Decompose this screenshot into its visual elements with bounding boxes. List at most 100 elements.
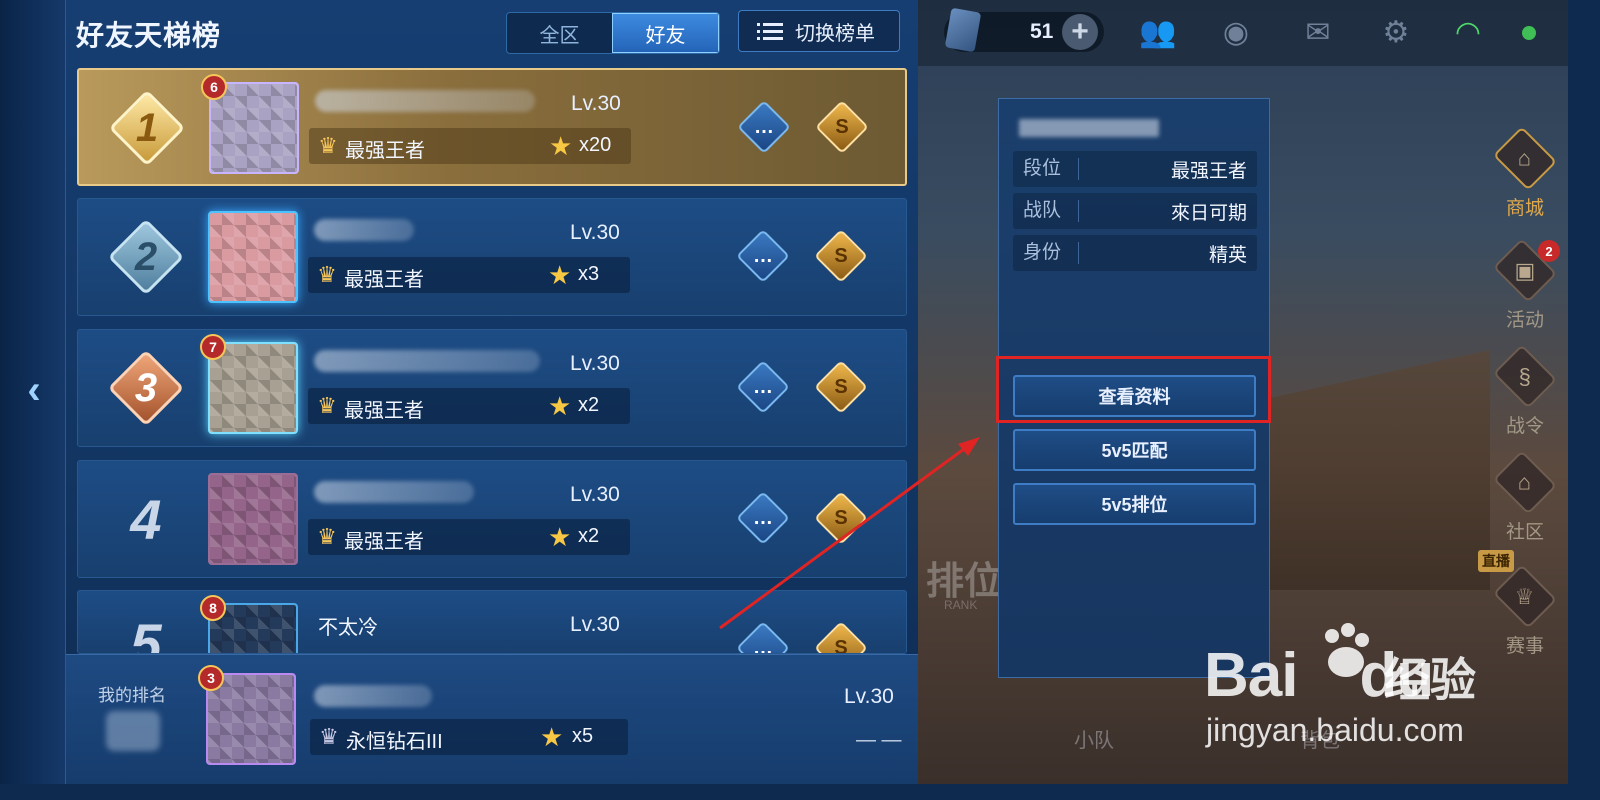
chat-button[interactable]: …: [736, 229, 790, 283]
tab-all-region[interactable]: 全区: [507, 13, 612, 53]
side-tournament[interactable]: ♕ 赛事: [1490, 564, 1560, 658]
gift-coin-icon: S: [834, 375, 848, 398]
ranked-mode-background-text: 排位: [926, 561, 1003, 603]
info-row-team: 战队 來日可期: [1013, 193, 1257, 229]
info-key: 段位: [1013, 158, 1079, 180]
community-icon: ⌂: [1518, 469, 1532, 495]
ladder-row[interactable]: 2 Lv.30 ♛ 最强王者 ★ x3 … S: [77, 198, 907, 316]
ladder-row[interactable]: 5 8 不太冷 Lv.30 … S: [77, 590, 907, 654]
star-count: x2: [578, 394, 600, 416]
5v5-ranked-button[interactable]: 5v5排位: [1013, 483, 1256, 525]
events-icon: ▣: [1514, 257, 1536, 283]
jingyan-watermark-text: 经验: [1384, 654, 1476, 706]
player-level: Lv.30: [570, 221, 620, 244]
battlepass-icon: §: [1518, 363, 1532, 389]
star-icon: ★: [548, 391, 572, 421]
info-row-identity: 身份 精英: [1013, 235, 1257, 271]
eye-icon[interactable]: ◉: [1214, 12, 1258, 52]
tier-box: ♛ 最强王者 ★ x2: [308, 388, 630, 424]
collapse-arrow-icon[interactable]: ‹: [14, 368, 54, 412]
my-tier-box: ♛ 永恒钻石III ★ x5: [310, 719, 628, 755]
star-icon: ★: [549, 131, 573, 161]
chat-bubble-icon: …: [754, 115, 774, 138]
my-name-blurred: [314, 685, 432, 707]
star-count: x2: [578, 525, 600, 547]
tier-box: ♛ 最强王者 ★ x2: [308, 519, 630, 555]
popup-player-name-blurred: [1019, 119, 1159, 137]
player-level: Lv.30: [570, 613, 620, 636]
side-shop[interactable]: ⌂ 商城: [1490, 126, 1560, 220]
side-events-label: 活动: [1505, 310, 1544, 331]
tier-box: ♛ 最强王者 ★ x20: [309, 128, 631, 164]
my-extra-dash: — —: [856, 729, 902, 751]
avatar[interactable]: [208, 473, 298, 565]
player-name-blurred: [315, 90, 535, 112]
events-badge: 2: [1538, 240, 1560, 262]
ranked-mode-background-sub: RANK: [944, 598, 978, 612]
my-rank-label: 我的排名: [98, 686, 166, 705]
rank-badge-gold: 1: [107, 88, 187, 168]
chat-bubble-icon: …: [753, 506, 773, 529]
player-level: Lv.30: [571, 92, 621, 115]
star-icon: ★: [548, 522, 572, 552]
tier-label: 最强王者: [344, 269, 424, 291]
side-events[interactable]: ▣ 活动 2: [1490, 238, 1560, 332]
chat-button[interactable]: …: [737, 100, 791, 154]
baidu-paw-icon: [1325, 623, 1369, 677]
player-name: 不太冷: [318, 617, 378, 639]
player-name-blurred: [314, 219, 414, 241]
my-rank-value-blurred: [106, 711, 160, 751]
chat-button[interactable]: …: [736, 621, 790, 654]
player-name-blurred: [314, 481, 474, 503]
crown-icon: ♛: [317, 262, 337, 287]
rank-number: 5: [130, 611, 162, 654]
chat-bubble-icon: …: [753, 636, 773, 654]
avatar[interactable]: [208, 211, 298, 303]
side-community[interactable]: ⌂ 社区: [1490, 450, 1560, 544]
info-row-rank: 段位 最强王者: [1013, 151, 1257, 187]
level-tag: 7: [200, 334, 226, 360]
chat-button[interactable]: …: [736, 360, 790, 414]
wifi-signal-icon: ◠: [1454, 15, 1482, 49]
shop-icon: ⌂: [1518, 145, 1532, 171]
chat-button[interactable]: …: [736, 491, 790, 545]
level-tag: 6: [201, 74, 227, 100]
gift-button[interactable]: S: [814, 360, 868, 414]
region-tabs: 全区 好友: [506, 12, 720, 54]
ladder-row[interactable]: 1 6 Lv.30 ♛ 最强王者 ★ x20 … S: [77, 68, 907, 186]
star-icon: ★: [548, 260, 572, 290]
mail-icon[interactable]: ✉: [1296, 12, 1340, 52]
ladder-row[interactable]: 4 Lv.30 ♛ 最强王者 ★ x2 … S: [77, 460, 907, 578]
tier-label: 最强王者: [344, 400, 424, 422]
tab-friends[interactable]: 好友: [612, 13, 719, 53]
side-battlepass[interactable]: § 战令: [1490, 344, 1560, 438]
diamond-tier-icon: ♛: [319, 724, 339, 749]
my-tier-label: 永恒钻石III: [346, 731, 443, 753]
side-battlepass-label: 战令: [1505, 416, 1544, 437]
rank-number: 4: [130, 487, 162, 551]
gift-button[interactable]: S: [814, 621, 868, 653]
crown-icon: ♛: [317, 393, 337, 418]
my-rank-bar: 我的排名 3 Lv.30 ♛ 永恒钻石III ★ x5 — —: [66, 654, 918, 784]
tier-box: ♛ 最强王者 ★ x3: [308, 257, 630, 293]
ladder-row[interactable]: 3 7 Lv.30 ♛ 最强王者 ★ x2 … S: [77, 329, 907, 447]
my-star-count: x5: [572, 725, 594, 747]
info-value: 精英: [1208, 244, 1247, 266]
gift-coin-icon: S: [834, 506, 848, 529]
gift-button[interactable]: S: [814, 491, 868, 545]
watermark-url: jingyan.baidu.com: [1206, 712, 1464, 748]
collapse-strip: ‹: [0, 0, 66, 784]
gift-button[interactable]: S: [814, 229, 868, 283]
side-shop-label: 商城: [1505, 198, 1544, 219]
bottom-squad[interactable]: 小队: [1074, 724, 1114, 753]
5v5-match-button[interactable]: 5v5匹配: [1013, 429, 1256, 471]
gift-button[interactable]: S: [815, 100, 869, 154]
add-currency-button[interactable]: +: [1062, 14, 1098, 50]
friends-icon[interactable]: 👥: [1136, 12, 1180, 52]
settings-gear-icon[interactable]: ⚙: [1374, 12, 1418, 52]
switch-list-button[interactable]: 切换榜单: [738, 10, 900, 52]
trophy-icon: ♕: [1515, 583, 1535, 609]
info-value: 來日可期: [1170, 202, 1247, 224]
level-tag: 3: [198, 665, 224, 691]
player-level: Lv.30: [570, 352, 620, 375]
